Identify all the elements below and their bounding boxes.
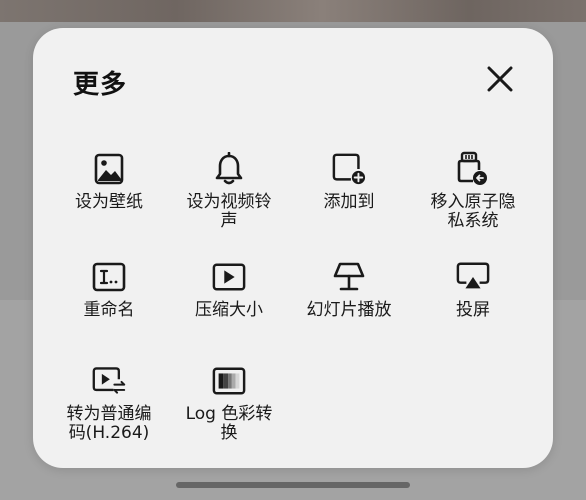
- bell-icon: [212, 152, 246, 186]
- background-photo-strip: [0, 0, 586, 22]
- add-to-album-icon: [332, 152, 366, 186]
- action-label: 移入原子隐私系统: [430, 192, 516, 231]
- cast-screen-icon: [456, 260, 490, 294]
- add-to-button[interactable]: 添加到: [284, 152, 414, 212]
- action-label: 重命名: [83, 300, 135, 320]
- image-icon: [92, 152, 126, 186]
- action-label: 投屏: [456, 300, 490, 320]
- log-color-icon: [212, 364, 246, 398]
- more-options-sheet: 更多 设为壁纸 设为视频铃声 添加到 移入原子隐私系统 重命名 压缩大小 幻灯片…: [33, 28, 553, 468]
- action-label: 设为壁纸: [75, 192, 143, 212]
- cast-screen-button[interactable]: 投屏: [408, 260, 538, 320]
- video-convert-icon: [92, 364, 126, 398]
- action-label: 压缩大小: [195, 300, 263, 320]
- action-grid: 设为壁纸 设为视频铃声 添加到 移入原子隐私系统 重命名 压缩大小 幻灯片播放 …: [33, 28, 553, 468]
- rename-icon: [92, 260, 126, 294]
- action-label: 幻灯片播放: [306, 300, 392, 320]
- video-compress-icon: [212, 260, 246, 294]
- move-to-private-button[interactable]: 移入原子隐私系统: [408, 151, 538, 231]
- action-label: 转为普通编码(H.264): [66, 404, 152, 443]
- slideshow-lamp-icon: [332, 260, 366, 294]
- slideshow-button[interactable]: 幻灯片播放: [284, 260, 414, 320]
- log-color-convert-button[interactable]: Log 色彩转换: [164, 364, 294, 443]
- action-label: Log 色彩转换: [185, 404, 273, 443]
- action-label: 设为视频铃声: [186, 192, 272, 231]
- convert-h264-button[interactable]: 转为普通编码(H.264): [44, 364, 174, 443]
- rename-button[interactable]: 重命名: [44, 260, 174, 320]
- set-video-ringtone-button[interactable]: 设为视频铃声: [164, 152, 294, 231]
- home-indicator[interactable]: [176, 482, 410, 488]
- private-lock-icon: [456, 151, 490, 186]
- compress-size-button[interactable]: 压缩大小: [164, 260, 294, 320]
- set-wallpaper-button[interactable]: 设为壁纸: [44, 152, 174, 212]
- action-label: 添加到: [323, 192, 375, 212]
